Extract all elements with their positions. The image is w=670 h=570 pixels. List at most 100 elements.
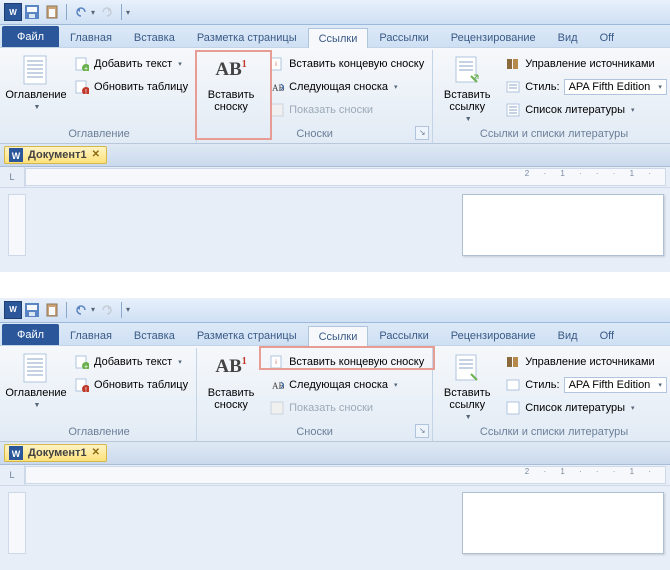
undo-dropdown-icon[interactable]: ▾ — [91, 305, 95, 314]
tab-review[interactable]: Рецензирование — [440, 325, 547, 345]
footnote-ab-icon: AB1 — [215, 352, 247, 384]
footnotes-dialog-launcher[interactable]: ↘ — [415, 424, 429, 438]
svg-text:W: W — [12, 449, 21, 459]
endnote-icon: i — [269, 354, 285, 370]
tab-file[interactable]: Файл — [2, 26, 59, 47]
next-footnote-button[interactable]: AB Следующая сноска ▾ — [265, 77, 428, 97]
add-text-button[interactable]: + Добавить текст ▾ — [70, 54, 192, 74]
group-label-citations: Ссылки и списки литературы — [437, 126, 670, 143]
style-icon — [505, 377, 521, 393]
show-notes-icon — [269, 400, 285, 416]
undo-dropdown-icon[interactable]: ▾ — [91, 8, 95, 17]
document-area — [0, 486, 670, 570]
add-text-button[interactable]: + Добавить текст▾ — [70, 352, 192, 372]
insert-footnote-button[interactable]: AB1 Вставить сноску — [201, 52, 261, 115]
svg-text:+: + — [84, 364, 88, 369]
word-app-icon: W — [4, 301, 22, 319]
chevron-down-icon: ▼ — [34, 402, 41, 410]
tab-view[interactable]: Вид — [547, 27, 589, 47]
paste-icon[interactable] — [44, 302, 60, 318]
insert-endnote-button[interactable]: i Вставить концевую сноску — [265, 54, 428, 74]
bibliography-button[interactable]: Список литературы ▾ — [501, 100, 670, 120]
next-footnote-icon: AB — [269, 79, 285, 95]
add-text-icon: + — [74, 56, 90, 72]
style-label: Стиль: — [525, 81, 559, 93]
ruler-corner: L — [0, 465, 25, 485]
update-table-button[interactable]: ! Обновить таблицу — [70, 375, 192, 395]
vertical-ruler[interactable] — [8, 194, 26, 256]
word-doc-icon: W — [9, 148, 23, 162]
footnotes-dialog-launcher[interactable]: ↘ — [415, 126, 429, 140]
tab-office-truncated[interactable]: Off — [589, 325, 625, 345]
document-tab[interactable]: W Документ1 ✕ — [4, 444, 107, 462]
insert-citation-button[interactable]: Вставить ссылку ▼ — [437, 350, 497, 424]
tab-references[interactable]: Ссылки — [308, 28, 369, 48]
save-icon[interactable] — [24, 4, 40, 20]
page[interactable] — [462, 194, 664, 256]
group-label-footnotes: Сноски — [201, 126, 428, 143]
update-table-icon: ! — [74, 377, 90, 393]
word-window-instance-1: W ▾ ▾ Файл Главная Вставка Разметка стра… — [0, 0, 670, 272]
style-row: Стиль: APA Fifth Edition ▾ — [501, 77, 670, 97]
paste-icon[interactable] — [44, 4, 60, 20]
tab-references[interactable]: Ссылки — [308, 326, 369, 346]
tab-review[interactable]: Рецензирование — [440, 27, 547, 47]
tab-home[interactable]: Главная — [59, 27, 123, 47]
tab-home[interactable]: Главная — [59, 325, 123, 345]
update-table-button[interactable]: ! Обновить таблицу — [70, 77, 192, 97]
citation-icon — [451, 352, 483, 384]
insert-citation-button[interactable]: Вставить ссылку ▼ — [437, 52, 497, 126]
close-icon[interactable]: ✕ — [92, 149, 100, 160]
ribbon-tabs: Файл Главная Вставка Разметка страницы С… — [0, 25, 670, 48]
show-notes-button: Показать сноски — [265, 100, 428, 120]
redo-icon[interactable] — [99, 4, 115, 20]
tab-layout[interactable]: Разметка страницы — [186, 27, 308, 47]
tab-mailings[interactable]: Рассылки — [368, 325, 439, 345]
svg-text:!: ! — [85, 89, 87, 94]
group-citations: Вставить ссылку ▼ Управление источниками… — [433, 348, 670, 441]
manage-sources-button[interactable]: Управление источниками — [501, 352, 670, 372]
page[interactable] — [462, 492, 664, 554]
show-notes-icon — [269, 102, 285, 118]
manage-sources-button[interactable]: Управление источниками — [501, 54, 670, 74]
document-tab[interactable]: W Документ1 ✕ — [4, 146, 107, 164]
style-select[interactable]: APA Fifth Edition ▾ — [564, 79, 667, 95]
add-text-icon: + — [74, 354, 90, 370]
tab-insert[interactable]: Вставка — [123, 27, 186, 47]
tab-layout[interactable]: Разметка страницы — [186, 325, 308, 345]
tab-file[interactable]: Файл — [2, 324, 59, 345]
tab-view[interactable]: Вид — [547, 325, 589, 345]
toc-button[interactable]: Оглавление ▼ — [6, 350, 66, 412]
qat-customize-icon[interactable]: ▾ — [126, 8, 130, 17]
chevron-down-icon: ▾ — [178, 60, 182, 68]
bibliography-button[interactable]: Список литературы▾ — [501, 398, 670, 418]
style-select[interactable]: APA Fifth Edition ▾ — [564, 377, 667, 393]
undo-icon[interactable] — [73, 302, 89, 318]
tab-insert[interactable]: Вставка — [123, 325, 186, 345]
quick-access-toolbar: ▾ ▾ — [24, 4, 130, 20]
horizontal-ruler[interactable]: 2 · 1 · · · 1 · — [25, 466, 666, 484]
manage-sources-icon — [505, 56, 521, 72]
insert-footnote-button[interactable]: AB1 Вставить сноску — [201, 350, 261, 413]
close-icon[interactable]: ✕ — [92, 447, 100, 458]
horizontal-ruler[interactable]: 2 · 1 · · · 1 · — [25, 168, 666, 186]
vertical-ruler[interactable] — [8, 492, 26, 554]
tab-mailings[interactable]: Рассылки — [368, 27, 439, 47]
save-icon[interactable] — [24, 302, 40, 318]
ribbon: Оглавление ▼ + Добавить текст▾ ! Обновит… — [0, 346, 670, 442]
qat-customize-icon[interactable]: ▾ — [126, 305, 130, 314]
update-table-icon: ! — [74, 79, 90, 95]
bibliography-icon — [505, 400, 521, 416]
next-footnote-button[interactable]: AB Следующая сноска▾ — [265, 375, 428, 395]
undo-icon[interactable] — [73, 4, 89, 20]
ruler-corner: L — [0, 167, 25, 187]
tab-office-truncated[interactable]: Off — [589, 27, 625, 47]
redo-icon[interactable] — [99, 302, 115, 318]
insert-endnote-button[interactable]: i Вставить концевую сноску — [265, 352, 428, 372]
ribbon-tabs: Файл Главная Вставка Разметка страницы С… — [0, 323, 670, 346]
bibliography-icon — [505, 102, 521, 118]
chevron-down-icon: ▼ — [465, 116, 472, 124]
group-citations: Вставить ссылку ▼ Управление источниками — [433, 50, 670, 143]
group-footnotes: AB1 Вставить сноску i Вставить концевую … — [197, 348, 433, 441]
toc-button[interactable]: Оглавление ▼ — [6, 52, 66, 114]
